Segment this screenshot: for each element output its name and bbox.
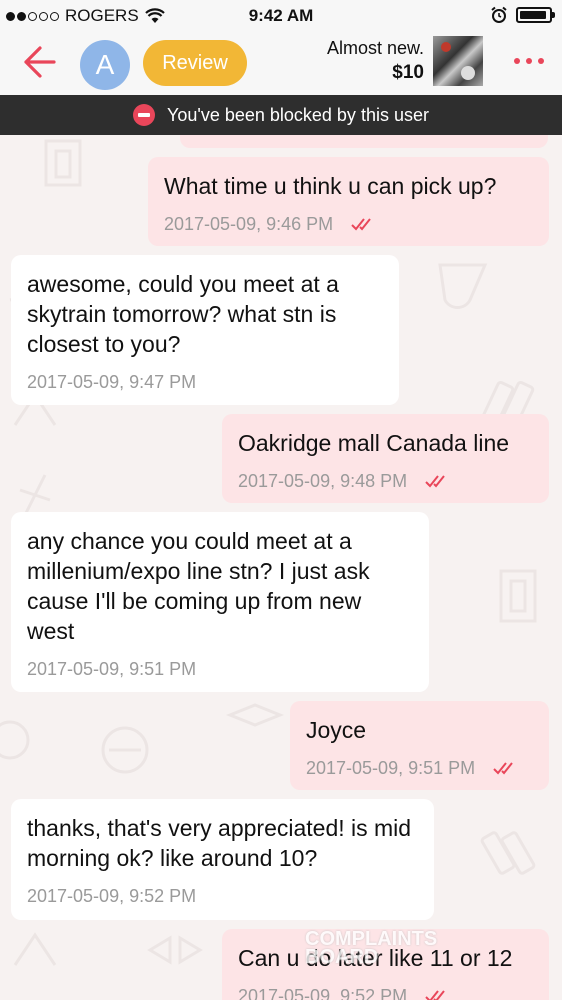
block-icon bbox=[133, 104, 156, 126]
background-pattern-icon bbox=[225, 703, 285, 727]
blocked-banner-text: You've been blocked by this user bbox=[167, 104, 429, 125]
battery-icon bbox=[516, 7, 555, 23]
background-pattern-icon bbox=[147, 935, 203, 965]
status-bar-right bbox=[490, 6, 555, 24]
background-pattern-icon bbox=[499, 569, 537, 623]
message-timestamp: 2017-05-09, 9:52 PM bbox=[27, 886, 197, 906]
double-check-icon bbox=[425, 475, 445, 488]
message-timestamp: 2017-05-09, 9:51 PM bbox=[27, 659, 197, 679]
back-arrow-icon[interactable] bbox=[20, 44, 58, 80]
background-pattern-icon bbox=[13, 932, 57, 966]
message-timestamp: 2017-05-09, 9:51 PM bbox=[306, 758, 476, 778]
message-outgoing[interactable]: What time u think u can pick up? 2017-05… bbox=[148, 157, 549, 246]
watermark: COMPLAINTS BOARD bbox=[305, 929, 437, 968]
alarm-icon bbox=[491, 6, 507, 23]
listing-title: Almost new. bbox=[326, 38, 424, 58]
message-incoming[interactable]: thanks, that's very appreciated! is mid … bbox=[11, 799, 434, 920]
review-button[interactable]: Review bbox=[143, 40, 247, 86]
watermark-line2: BOARD bbox=[305, 946, 379, 968]
message-outgoing[interactable]: Oakridge mall Canada line 2017-05-09, 9:… bbox=[222, 414, 549, 503]
background-pattern-icon bbox=[101, 726, 149, 774]
double-check-icon bbox=[493, 762, 513, 775]
chat-header: A Review Almost new. $10 bbox=[0, 32, 562, 95]
message-text: Oakridge mall Canada line bbox=[238, 430, 510, 456]
message-text: any chance you could meet at a millenium… bbox=[27, 528, 370, 644]
message-timestamp: 2017-05-09, 9:47 PM bbox=[27, 372, 197, 392]
message-outgoing[interactable]: Joyce 2017-05-09, 9:51 PM bbox=[290, 701, 549, 790]
blocked-banner: You've been blocked by this user bbox=[0, 95, 562, 135]
listing-price: $10 bbox=[392, 62, 424, 83]
message-text: What time u think u can pick up? bbox=[164, 173, 497, 199]
status-time: 9:42 AM bbox=[248, 6, 314, 25]
message-text: awesome, could you meet at a skytrain to… bbox=[27, 271, 339, 357]
background-pattern-icon bbox=[0, 720, 30, 760]
more-options-icon[interactable] bbox=[514, 58, 544, 64]
message-text: thanks, that's very appreciated! is mid … bbox=[27, 815, 412, 871]
message-timestamp: 2017-05-09, 9:46 PM bbox=[164, 214, 334, 234]
listing-info[interactable]: Almost new. $10 bbox=[327, 36, 424, 86]
listing-thumbnail[interactable] bbox=[433, 36, 483, 86]
previous-message-bubble bbox=[180, 135, 548, 148]
message-text: Joyce bbox=[306, 717, 367, 743]
background-pattern-icon bbox=[438, 263, 488, 309]
message-incoming[interactable]: awesome, could you meet at a skytrain to… bbox=[11, 255, 399, 405]
avatar[interactable]: A bbox=[80, 40, 130, 90]
background-pattern-icon bbox=[480, 831, 536, 875]
background-pattern-icon bbox=[44, 139, 82, 187]
chat-area[interactable]: What time u think u can pick up? 2017-05… bbox=[0, 135, 562, 1000]
message-timestamp: 2017-05-09, 9:48 PM bbox=[238, 471, 408, 491]
status-bar: ROGERS 9:42 AM bbox=[0, 0, 562, 32]
double-check-icon bbox=[351, 218, 371, 231]
message-incoming[interactable]: any chance you could meet at a millenium… bbox=[11, 512, 429, 692]
double-check-icon bbox=[425, 990, 445, 1000]
message-timestamp: 2017-05-09, 9:52 PM bbox=[238, 986, 408, 1000]
